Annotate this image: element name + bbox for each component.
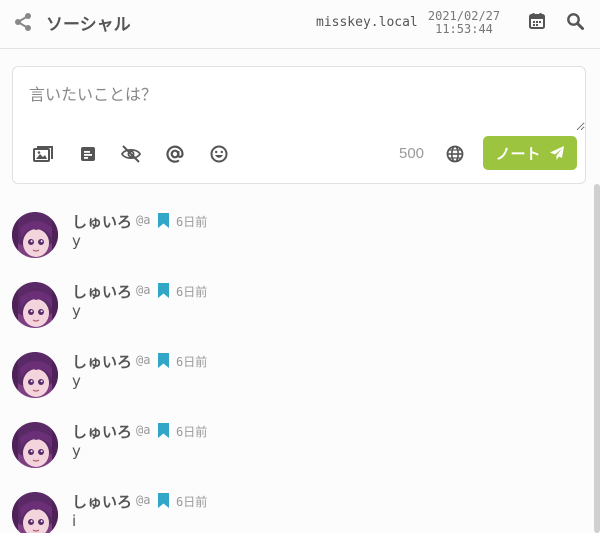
note-text: y [72,372,81,390]
remaining-characters: 500 [399,145,425,162]
note-timestamp[interactable]: 6日前 [176,213,207,230]
avatar[interactable] [12,492,58,533]
avatar[interactable] [12,352,58,398]
note-item[interactable]: しゅいろ @a 6日前 y [0,200,590,270]
globe-icon[interactable] [445,144,465,164]
note-author-name[interactable]: しゅいろ [72,421,132,442]
share-icon[interactable] [13,12,33,32]
bookmark-icon [158,353,169,368]
note-item[interactable]: しゅいろ @a 6日前 y [0,340,590,410]
submit-note-button[interactable]: ノート [483,136,577,170]
image-icon[interactable] [33,144,53,164]
avatar[interactable] [12,422,58,468]
post-text-input[interactable] [13,67,585,131]
note-item[interactable]: しゅいろ @a 6日前 y [0,270,590,340]
note-item[interactable]: しゅいろ @a 6日前 i [0,480,590,533]
note-author-acct[interactable]: @a [136,283,150,297]
instance-host: misskey.local [316,15,418,30]
paper-plane-icon [549,146,564,160]
note-author-acct[interactable]: @a [136,213,150,227]
avatar[interactable] [12,212,58,258]
bookmark-icon [158,213,169,228]
note-author-name[interactable]: しゅいろ [72,491,132,512]
note-author-name[interactable]: しゅいろ [72,211,132,232]
note-author-name[interactable]: しゅいろ [72,281,132,302]
bookmark-icon [158,493,169,508]
note-author-name[interactable]: しゅいろ [72,351,132,372]
note-text: i [72,512,77,530]
poll-icon[interactable] [78,144,98,164]
emoji-icon[interactable] [209,144,229,164]
note-text: y [72,302,81,320]
note-author-acct[interactable]: @a [136,423,150,437]
eye-slash-icon[interactable] [120,144,142,164]
post-form: 500 ノート [12,66,586,184]
clock-time: 11:53:44 [435,22,493,36]
note-timestamp[interactable]: 6日前 [176,283,207,300]
page-title: ソーシャル [46,15,131,35]
bookmark-icon [158,283,169,298]
note-author-acct[interactable]: @a [136,353,150,367]
at-icon[interactable] [165,144,185,164]
search-icon[interactable] [566,12,584,30]
avatar[interactable] [12,282,58,328]
note-timestamp[interactable]: 6日前 [176,423,207,440]
note-text: y [72,232,81,250]
note-item[interactable]: しゅいろ @a 6日前 y [0,410,590,480]
note-timestamp[interactable]: 6日前 [176,493,207,510]
submit-note-label: ノート [495,144,541,163]
scrollbar[interactable] [594,184,600,533]
clock: 2021/02/27 11:53:44 [422,10,506,36]
note-text: y [72,442,81,460]
header: ソーシャル misskey.local 2021/02/27 11:53:44 [0,0,600,49]
note-timestamp[interactable]: 6日前 [176,353,207,370]
note-author-acct[interactable]: @a [136,493,150,507]
bookmark-icon [158,423,169,438]
calendar-icon[interactable] [528,12,546,30]
